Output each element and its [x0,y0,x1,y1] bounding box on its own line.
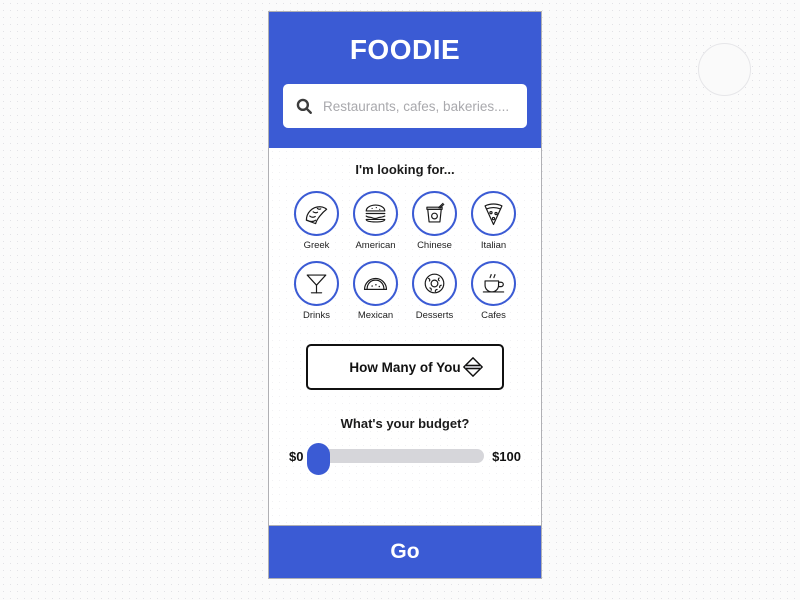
category-label: Desserts [415,309,454,321]
up-down-spinner-icon[interactable] [462,356,484,378]
phone-frame: FOODIE I'm looking for... [268,11,542,579]
app-header: FOODIE [269,12,541,148]
category-label: Greek [303,240,330,251]
canvas-decorative-circle [698,43,751,96]
app-title: FOODIE [349,34,461,65]
go-button[interactable]: Go [269,525,541,578]
budget-slider[interactable] [307,443,485,475]
budget-slider-track[interactable] [311,449,485,463]
category-grid: Greek American Chinese Italian Drinks Me… [269,191,541,320]
search-bar[interactable] [283,84,527,128]
party-size-stepper[interactable]: How Many of You [306,344,504,390]
category-label: Mexican [357,309,394,321]
category-item-drinks[interactable]: Drinks [287,260,346,321]
category-label: Italian [480,240,507,251]
budget-max-label: $100 [492,448,521,464]
category-item-chinese[interactable]: Chinese [405,191,464,251]
budget-slider-thumb[interactable] [307,443,331,475]
budget-slider-row: $0 $100 [269,443,541,475]
category-item-american[interactable]: American [346,191,405,251]
empanada-icon [353,260,398,306]
party-size-label: How Many of You [349,359,461,375]
budget-heading: What's your budget? [340,416,470,431]
main-content: I'm looking for... Greek American Chines… [269,148,541,525]
taco-icon [294,191,339,236]
category-label: Chinese [417,240,452,251]
pizza-slice-icon [471,191,516,236]
category-item-cafes[interactable]: Cafes [464,260,523,321]
category-label: American [355,240,396,251]
coffee-cup-icon [471,260,516,306]
category-item-desserts[interactable]: Desserts [405,260,464,321]
search-icon [295,97,313,115]
go-button-label: Go [390,540,420,563]
budget-min-label: $0 [289,448,304,464]
cocktail-glass-icon [294,260,339,306]
burger-icon [353,191,398,236]
category-label: Cafes [481,309,506,321]
search-input[interactable] [323,98,515,114]
category-item-mexican[interactable]: Mexican [346,260,405,321]
takeout-box-icon [412,191,457,236]
donut-icon [412,260,457,306]
category-item-greek[interactable]: Greek [287,191,346,251]
category-item-italian[interactable]: Italian [464,191,523,251]
categories-heading: I'm looking for... [355,162,455,177]
category-label: Drinks [303,309,330,321]
